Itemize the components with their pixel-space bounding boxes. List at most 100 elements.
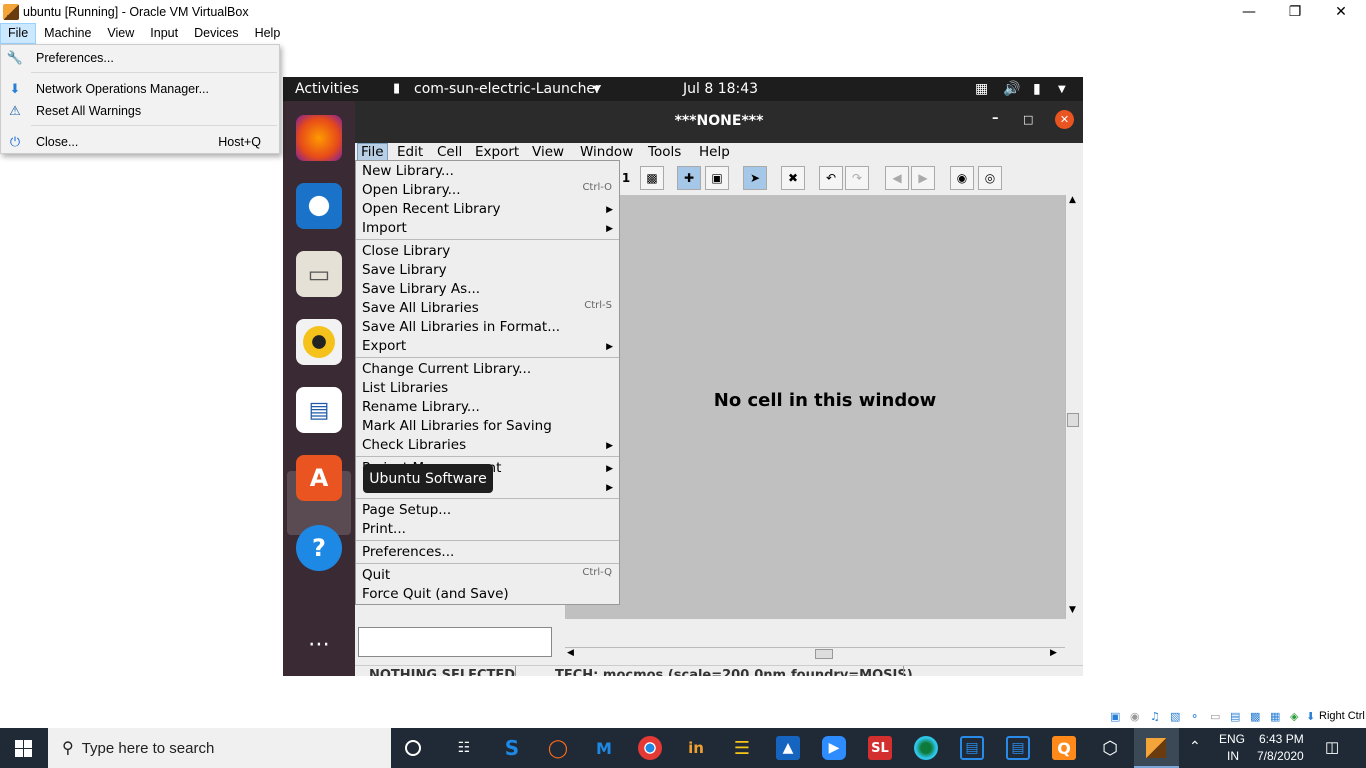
menu-save-library-as[interactable]: Save Library As... (362, 281, 480, 300)
menu-check-libraries[interactable]: Check Libraries (362, 437, 466, 456)
matlab-icon[interactable]: M (592, 736, 616, 760)
menu-force-quit[interactable]: Force Quit (and Save) (362, 586, 509, 605)
recording-icon[interactable]: ▩ (1250, 710, 1260, 723)
menu-export[interactable]: Export (362, 338, 406, 357)
onedrive-icon[interactable]: ▲ (776, 736, 800, 760)
task-view-icon[interactable]: ☷ (452, 736, 476, 760)
menu-view[interactable]: View (99, 23, 142, 44)
zoom-in-app-icon[interactable]: in (684, 736, 708, 760)
menu-preferences[interactable]: Preferences... (362, 544, 454, 563)
mouse-integration-icon[interactable]: ⬇ (1306, 710, 1315, 723)
menu-new-library[interactable]: New Library... (362, 163, 454, 182)
collapse-eye-icon[interactable]: ◎ (978, 166, 1002, 190)
forward-arrow-icon[interactable]: ▶ (911, 166, 935, 190)
menu-list-libraries[interactable]: List Libraries (362, 380, 448, 399)
minimize-button[interactable]: — (1226, 0, 1272, 23)
menu-close-item[interactable]: ⏻ Close... Host+Q (1, 131, 279, 153)
region-indicator[interactable]: IN (1227, 749, 1239, 763)
show-hidden-icons-icon[interactable]: ⌃ (1189, 738, 1201, 755)
libreoffice-writer-icon[interactable]: ▤ (296, 387, 342, 433)
activities-button[interactable]: Activities (295, 81, 359, 97)
electric-menu-help[interactable]: Help (699, 144, 730, 160)
clock-time[interactable]: 6:43 PM (1259, 732, 1304, 746)
menu-devices[interactable]: Devices (186, 23, 246, 44)
cpu-icon[interactable]: ▦ (1270, 710, 1280, 723)
select-object-icon[interactable]: ✚ (677, 166, 701, 190)
cursor-icon[interactable]: ➤ (743, 166, 767, 190)
electric-minimize-button[interactable]: – (992, 111, 999, 126)
network-adapter-icon[interactable]: ▧ (1170, 710, 1180, 723)
explorer-panel[interactable] (358, 627, 552, 657)
menu-mark-all[interactable]: Mark All Libraries for Saving (362, 418, 552, 437)
system-menu-arrow-icon[interactable]: ▼ (1058, 84, 1066, 95)
menu-input[interactable]: Input (142, 23, 186, 44)
electric-menu-view[interactable]: View (532, 144, 564, 160)
menu-close-library[interactable]: Close Library (362, 243, 450, 262)
horizontal-scrollbar[interactable]: ◀ ▶ (565, 647, 1065, 661)
menu-quit[interactable]: Quit Ctrl-Q (362, 567, 612, 586)
electric-menu-export[interactable]: Export (475, 144, 519, 160)
file-explorer-icon[interactable]: ▤ (960, 736, 984, 760)
show-applications-icon[interactable]: ⋯ (296, 621, 342, 667)
scroll-right-icon[interactable]: ▶ (1050, 648, 1057, 658)
vertical-scroll-thumb[interactable] (1067, 413, 1079, 427)
network-icon[interactable]: ▦ (975, 81, 988, 97)
menu-page-setup[interactable]: Page Setup... (362, 502, 451, 521)
close-button[interactable]: ✕ (1318, 0, 1364, 23)
notifications-icon[interactable]: ◫ (1325, 738, 1339, 756)
thunderbird-icon[interactable] (296, 183, 342, 229)
grid-align-icon[interactable]: ▩ (640, 166, 664, 190)
hdd-icon[interactable]: ▣ (1110, 710, 1120, 723)
audio-icon[interactable]: ♫ (1150, 710, 1160, 723)
volume-icon[interactable]: 🔊 (1003, 81, 1020, 97)
scroll-down-icon[interactable]: ▼ (1069, 605, 1076, 615)
cortana-icon[interactable] (405, 740, 421, 756)
virtualization-icon[interactable]: ◈ (1290, 710, 1298, 723)
taskbar-active-app[interactable] (1134, 728, 1179, 768)
optical-drive-icon[interactable]: ◉ (1130, 710, 1140, 723)
office-icon[interactable]: ◯ (546, 736, 570, 760)
wiring-tool-icon[interactable]: ✖ (781, 166, 805, 190)
menu-reset-warnings-item[interactable]: ⚠ Reset All Warnings (1, 100, 279, 122)
edit-canvas[interactable]: No cell in this window (565, 195, 1065, 619)
expand-eye-icon[interactable]: ◉ (950, 166, 974, 190)
electric-menu-file[interactable]: File (357, 143, 388, 161)
menu-print[interactable]: Print... (362, 521, 406, 540)
language-indicator[interactable]: ENG (1219, 732, 1245, 746)
q-app-icon[interactable]: Q (1052, 736, 1076, 760)
menu-file[interactable]: File (0, 23, 37, 44)
menu-rename-library[interactable]: Rename Library... (362, 399, 480, 418)
menu-open-recent[interactable]: Open Recent Library (362, 201, 501, 220)
app-menu-label[interactable]: com-sun-electric-Launcher (414, 81, 601, 97)
skype-icon[interactable]: S (500, 736, 524, 760)
back-arrow-icon[interactable]: ◀ (885, 166, 909, 190)
electric-menu-tools[interactable]: Tools (648, 144, 681, 160)
notes-icon[interactable]: ☰ (730, 736, 754, 760)
zoom-icon[interactable]: ▶ (822, 736, 846, 760)
rhythmbox-icon[interactable] (296, 319, 342, 365)
vertical-scrollbar[interactable]: ▲ ▼ (1065, 195, 1081, 619)
usb-icon[interactable]: ⚬ (1190, 710, 1199, 723)
edge-icon[interactable] (914, 736, 938, 760)
clock[interactable]: Jul 8 18:43 (683, 81, 758, 97)
help-icon[interactable]: ? (296, 525, 342, 571)
select-area-icon[interactable]: ▣ (705, 166, 729, 190)
menu-import[interactable]: Import (362, 220, 407, 239)
store-icon[interactable]: ▤ (1006, 736, 1030, 760)
virtualbox-manager-icon[interactable]: ⬡ (1098, 736, 1122, 760)
ubuntu-software-icon[interactable]: A (296, 455, 342, 501)
menu-save-library[interactable]: Save Library (362, 262, 447, 281)
menu-open-library[interactable]: Open Library... Ctrl-O (362, 182, 612, 201)
menu-machine[interactable]: Machine (36, 23, 99, 44)
battery-icon[interactable]: ▮ (1033, 81, 1041, 97)
electric-maximize-button[interactable]: □ (1023, 113, 1033, 126)
firefox-icon[interactable] (296, 115, 342, 161)
electric-menu-edit[interactable]: Edit (397, 144, 423, 160)
sl-icon[interactable]: SL (868, 736, 892, 760)
menu-network-operations-item[interactable]: ⬇ Network Operations Manager... (1, 78, 279, 100)
clock-date[interactable]: 7/8/2020 (1257, 749, 1304, 763)
horizontal-scroll-thumb[interactable] (815, 649, 833, 659)
chrome-icon[interactable] (638, 736, 662, 760)
display-icon[interactable]: ▤ (1230, 710, 1240, 723)
undo-icon[interactable]: ↶ (819, 166, 843, 190)
